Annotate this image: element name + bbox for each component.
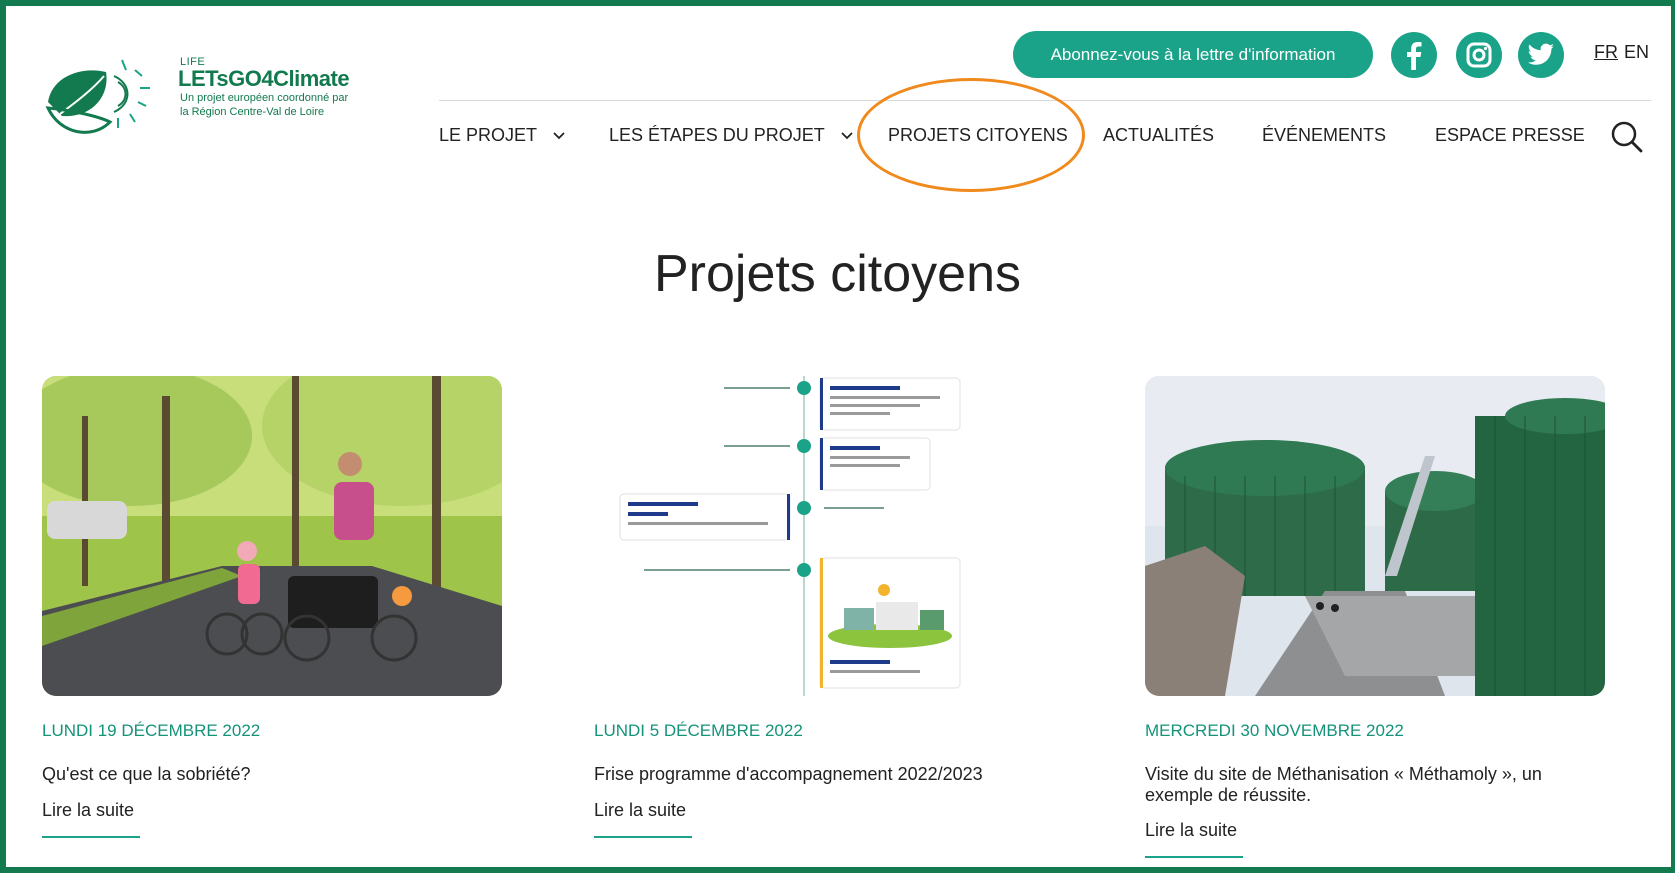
card-date: LUNDI 19 DÉCEMBRE 2022 (42, 721, 261, 740)
nav-item-label: ESPACE PRESSE (1435, 125, 1585, 145)
search-button[interactable] (1610, 120, 1644, 154)
chevron-down-icon (553, 131, 565, 139)
read-more-link[interactable]: Lire la suite (1145, 820, 1237, 841)
logo-brand-name: LETsGO4Climate (178, 66, 350, 91)
newsletter-subscribe-button[interactable]: Abonnez-vous à la lettre d'information (1013, 31, 1373, 78)
nav-item-evenements[interactable]: ÉVÉNEMENTS (1262, 125, 1386, 146)
read-more-underline (1145, 856, 1243, 858)
logo-leaf-icon (45, 59, 150, 134)
search-icon (1611, 121, 1643, 153)
nav-item-espace-presse[interactable]: ESPACE PRESSE (1435, 125, 1585, 146)
chevron-down-icon (841, 131, 853, 139)
facebook-button[interactable] (1391, 32, 1437, 78)
nav-item-label: LES ÉTAPES DU PROJET (609, 125, 825, 145)
article-card: LUNDI 19 DÉCEMBRE 2022 Qu'est ce que la … (42, 376, 502, 838)
facebook-icon (1407, 42, 1422, 70)
article-card: MERCREDI 30 NOVEMBRE 2022 Visite du site… (1145, 376, 1605, 858)
logo-subtitle-line2: la Région Centre-Val de Loire (180, 106, 325, 118)
highlight-annotation (857, 78, 1085, 192)
language-fr-link[interactable]: FR (1594, 42, 1618, 63)
card-image-cyclists[interactable] (42, 376, 502, 696)
card-date: MERCREDI 30 NOVEMBRE 2022 (1145, 721, 1404, 740)
read-more-underline (42, 836, 140, 838)
nav-item-label: ÉVÉNEMENTS (1262, 125, 1387, 145)
article-card: LUNDI 5 DÉCEMBRE 2022 Frise programme d'… (594, 376, 1054, 838)
nav-item-label: LE PROJET (439, 125, 538, 145)
card-image-timeline[interactable] (594, 376, 1054, 696)
card-image-methanisation[interactable] (1145, 376, 1605, 696)
nav-item-actualites[interactable]: ACTUALITÉS (1103, 125, 1214, 146)
read-more-link[interactable]: Lire la suite (594, 800, 686, 821)
twitter-button[interactable] (1518, 32, 1564, 78)
card-title[interactable]: Frise programme d'accompagnement 2022/20… (594, 764, 1054, 785)
nav-item-label: ACTUALITÉS (1103, 125, 1215, 145)
nav-item-etapes-du-projet[interactable]: LES ÉTAPES DU PROJET (609, 125, 853, 146)
read-more-underline (594, 836, 692, 838)
card-title[interactable]: Visite du site de Méthanisation « Métham… (1145, 764, 1605, 806)
logo-subtitle-line1: Un projet européen coordonné par (180, 92, 349, 104)
card-title[interactable]: Qu'est ce que la sobriété? (42, 764, 502, 785)
page-title: Projets citoyens (653, 245, 1022, 303)
card-date: LUNDI 5 DÉCEMBRE 2022 (594, 721, 803, 740)
nav-item-le-projet[interactable]: LE PROJET (439, 125, 565, 146)
read-more-link[interactable]: Lire la suite (42, 800, 134, 821)
instagram-icon (1466, 42, 1492, 68)
language-en-link[interactable]: EN (1624, 42, 1649, 63)
twitter-icon (1527, 43, 1554, 65)
instagram-button[interactable] (1456, 32, 1502, 78)
site-logo[interactable]: LIFE LETsGO4Climate Un projet européen c… (40, 50, 350, 140)
